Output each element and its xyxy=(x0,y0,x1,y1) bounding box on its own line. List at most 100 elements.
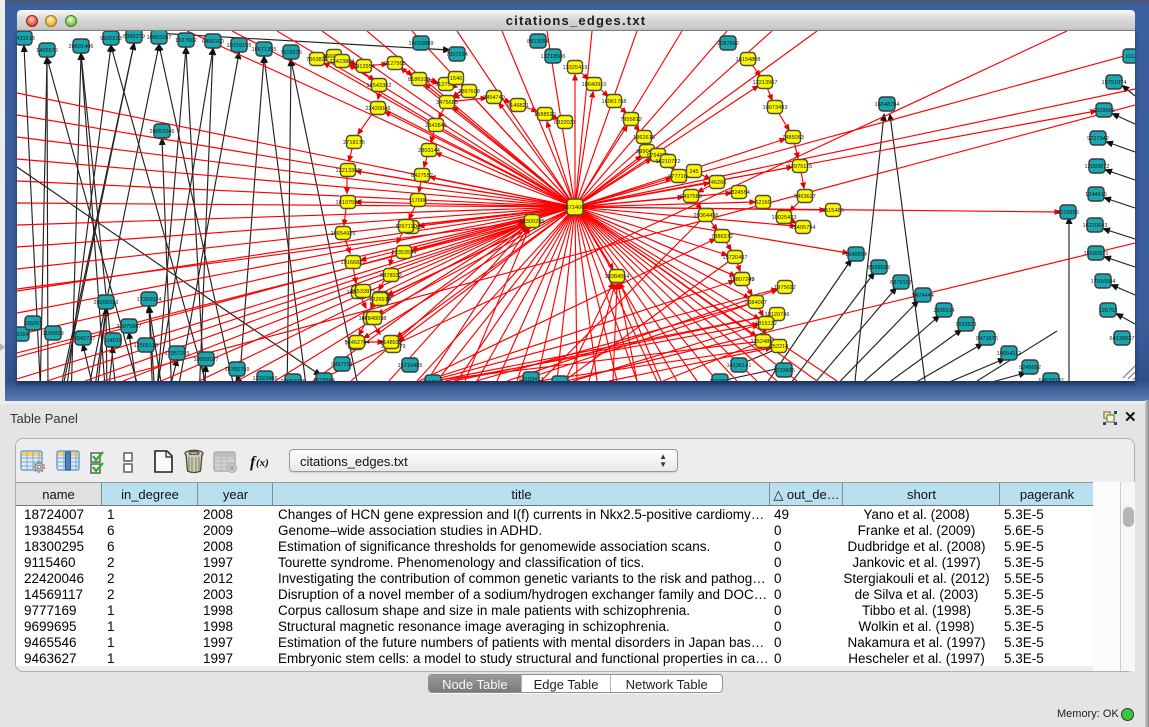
svg-text:10719155: 10719155 xyxy=(227,43,252,49)
svg-text:2087682: 2087682 xyxy=(717,41,739,47)
svg-text:16782759: 16782759 xyxy=(225,367,250,373)
svg-text:1362615: 1362615 xyxy=(633,135,655,141)
svg-text:9329966: 9329966 xyxy=(1093,108,1115,114)
svg-text:14136141: 14136141 xyxy=(727,363,752,369)
svg-text:16671355: 16671355 xyxy=(252,47,277,53)
svg-text:335061: 335061 xyxy=(24,321,43,327)
svg-text:12323466: 12323466 xyxy=(253,376,278,381)
svg-text:15720407: 15720407 xyxy=(723,255,748,261)
svg-text:6879197: 6879197 xyxy=(890,280,912,286)
svg-text:8322037: 8322037 xyxy=(554,120,576,126)
svg-text:9463627: 9463627 xyxy=(794,194,816,200)
svg-text:8186328: 8186328 xyxy=(408,77,430,83)
svg-text:22420046: 22420046 xyxy=(366,106,391,112)
svg-text:117006: 117006 xyxy=(409,198,427,204)
svg-text:8427552: 8427552 xyxy=(411,173,433,179)
svg-text:20364436: 20364436 xyxy=(694,213,719,219)
svg-text:114519: 114519 xyxy=(104,338,122,344)
svg-text:1640954: 1640954 xyxy=(845,252,867,258)
svg-text:1156829: 1156829 xyxy=(42,331,63,337)
svg-text:1244415: 1244415 xyxy=(1085,192,1107,198)
svg-text:2342845: 2342845 xyxy=(425,123,447,129)
svg-text:93103413: 93103413 xyxy=(519,377,544,381)
svg-text:12353594: 12353594 xyxy=(392,250,417,256)
svg-text:10654112: 10654112 xyxy=(997,351,1021,357)
svg-text:16210643: 16210643 xyxy=(1083,223,1108,229)
svg-text:8938929: 8938929 xyxy=(868,265,890,271)
svg-text:2803144: 2803144 xyxy=(418,148,440,154)
svg-text:12942737: 12942737 xyxy=(71,336,96,342)
svg-text:2867608: 2867608 xyxy=(458,89,480,95)
svg-text:245: 245 xyxy=(689,169,698,175)
svg-text:3475685: 3475685 xyxy=(436,100,458,106)
svg-text:10958107: 10958107 xyxy=(194,357,219,363)
svg-text:72423884: 72423884 xyxy=(330,59,355,65)
svg-text:20206536: 20206536 xyxy=(94,300,119,306)
svg-text:16154808: 16154808 xyxy=(736,57,761,63)
svg-text:2935114: 2935114 xyxy=(933,308,954,314)
svg-text:02654235: 02654235 xyxy=(281,379,306,381)
svg-text:12505135: 12505135 xyxy=(134,343,159,349)
svg-text:10025433: 10025433 xyxy=(772,215,797,221)
svg-text:16107552: 16107552 xyxy=(336,200,361,206)
svg-text:1615594: 1615594 xyxy=(313,378,335,381)
svg-text:20691406: 20691406 xyxy=(69,44,94,50)
svg-text:0433218: 0433218 xyxy=(17,36,35,42)
svg-text:7886372: 7886372 xyxy=(711,234,733,240)
svg-text:252214: 252214 xyxy=(770,344,789,350)
svg-text:9474444: 9474444 xyxy=(912,293,934,299)
svg-text:17957255: 17957255 xyxy=(165,351,190,357)
svg-text:7955812: 7955812 xyxy=(620,117,642,123)
svg-text:8878332: 8878332 xyxy=(380,273,402,279)
svg-text:12213369: 12213369 xyxy=(336,168,361,174)
svg-text:7485063: 7485063 xyxy=(782,135,804,141)
svg-text:18724007: 18724007 xyxy=(563,205,588,211)
svg-text:8471676: 8471676 xyxy=(976,336,998,342)
svg-text:6497568: 6497568 xyxy=(680,194,702,200)
svg-text:96532871: 96532871 xyxy=(351,289,376,295)
svg-text:4192832: 4192832 xyxy=(709,379,731,381)
svg-text:1815132: 1815132 xyxy=(755,321,777,327)
svg-text:15716485: 15716485 xyxy=(398,363,423,369)
svg-text:12093872: 12093872 xyxy=(1085,164,1110,170)
svg-text:64139537: 64139537 xyxy=(1110,336,1135,342)
svg-text:18654925: 18654925 xyxy=(331,231,356,237)
svg-text:16543362: 16543362 xyxy=(367,83,392,89)
svg-text:126753: 126753 xyxy=(1099,308,1118,314)
svg-text:8813054: 8813054 xyxy=(527,39,549,45)
svg-text:9084067: 9084067 xyxy=(745,300,767,306)
svg-text:1733426: 1733426 xyxy=(773,368,795,374)
svg-text:17916504: 17916504 xyxy=(1091,279,1116,285)
svg-text:6466160: 6466160 xyxy=(202,39,224,45)
svg-text:8912954: 8912954 xyxy=(353,64,375,70)
svg-text:746266: 746266 xyxy=(708,180,727,186)
svg-text:19384554: 19384554 xyxy=(605,274,630,280)
svg-text:3267110: 3267110 xyxy=(395,224,416,230)
svg-text:62160: 62160 xyxy=(755,200,771,206)
svg-text:7632621: 7632621 xyxy=(955,322,977,328)
svg-text:9245652: 9245652 xyxy=(1019,365,1041,371)
svg-text:39154: 39154 xyxy=(17,332,29,338)
svg-text:3824554: 3824554 xyxy=(728,190,750,196)
svg-text:9600133: 9600133 xyxy=(100,36,122,42)
svg-text:18807249: 18807249 xyxy=(730,277,755,283)
svg-text:1975692: 1975692 xyxy=(774,285,796,291)
svg-text:16648784: 16648784 xyxy=(875,102,900,108)
svg-text:7816184: 7816184 xyxy=(422,380,444,381)
svg-text:9127505: 9127505 xyxy=(384,61,406,67)
svg-text:9115460: 9115460 xyxy=(822,208,843,214)
svg-text:12213967: 12213967 xyxy=(753,80,778,86)
svg-text:18300295: 18300295 xyxy=(520,219,545,225)
svg-text:13325419: 13325419 xyxy=(563,65,588,71)
svg-text:16961758: 16961758 xyxy=(602,99,627,105)
svg-text:9457791: 9457791 xyxy=(331,362,353,368)
svg-text:1112: 1112 xyxy=(1125,54,1135,60)
svg-text:16210722: 16210722 xyxy=(656,159,681,165)
svg-text:10973493: 10973493 xyxy=(763,105,788,111)
svg-text:8148932: 8148932 xyxy=(380,340,402,346)
svg-text:16033809: 16033809 xyxy=(409,41,434,47)
svg-text:64835030: 64835030 xyxy=(1039,378,1064,381)
svg-text:13495794: 13495794 xyxy=(791,225,816,231)
svg-text:1226916: 1226916 xyxy=(369,297,391,303)
svg-text:1588520: 1588520 xyxy=(534,112,556,118)
